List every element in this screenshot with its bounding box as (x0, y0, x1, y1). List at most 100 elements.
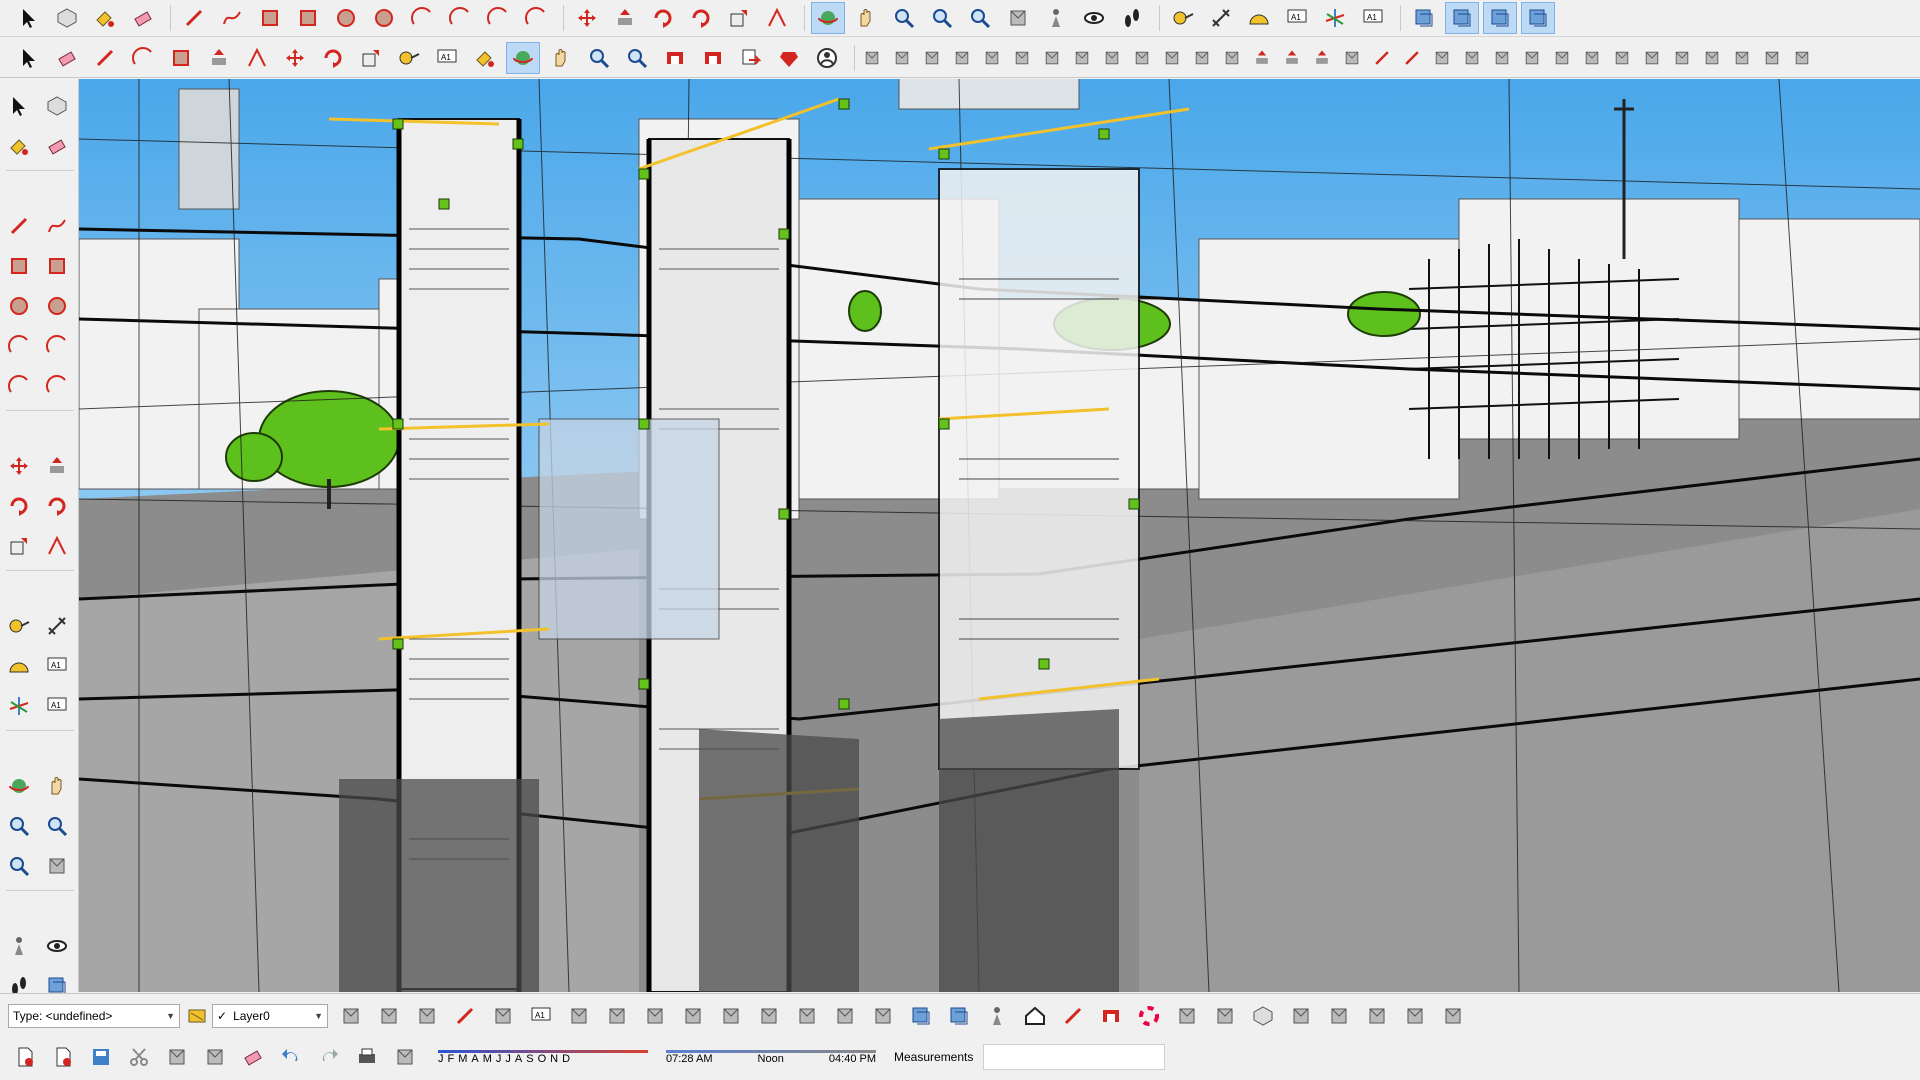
rectangle-icon[interactable] (2, 249, 36, 283)
styles-icon[interactable] (1322, 1000, 1356, 1032)
fillet-icon[interactable] (1131, 47, 1153, 69)
text-icon[interactable]: A1 (430, 42, 464, 74)
component-icon[interactable] (50, 2, 84, 34)
section-cut-icon[interactable] (942, 1000, 976, 1032)
rectangle-icon[interactable] (253, 2, 287, 34)
line-icon[interactable] (177, 2, 211, 34)
display-section-planes-icon[interactable] (1445, 2, 1479, 34)
shadow-date-slider[interactable]: JFMAMJJASOND (438, 1049, 648, 1065)
house-outline-icon[interactable] (1056, 1000, 1090, 1032)
drape-icon[interactable] (981, 47, 1003, 69)
chamfer-icon[interactable] (1101, 47, 1123, 69)
move-icon[interactable] (570, 2, 604, 34)
pie-icon[interactable] (40, 369, 74, 403)
arc-icon[interactable] (126, 42, 160, 74)
shell-icon[interactable] (1641, 47, 1663, 69)
scale-icon[interactable] (354, 42, 388, 74)
model-viewport[interactable] (79, 79, 1920, 992)
3d-warehouse-icon[interactable] (658, 42, 692, 74)
section-display-icon[interactable] (904, 1000, 938, 1032)
layer-color-icon[interactable] (186, 1000, 210, 1032)
ruby-icon[interactable] (772, 42, 806, 74)
warehouse-icon[interactable] (1094, 1000, 1128, 1032)
zoom-window-icon[interactable] (925, 2, 959, 34)
paint-bucket-icon[interactable] (88, 2, 122, 34)
shadow-time-slider[interactable]: 07:28 AM Noon 04:40 PM (666, 1049, 876, 1065)
zoom-extents-icon[interactable] (620, 42, 654, 74)
polyline-icon[interactable] (1371, 47, 1393, 69)
tape-measure-icon[interactable] (392, 42, 426, 74)
component-manager-icon[interactable] (1246, 1000, 1280, 1032)
pan-icon[interactable] (849, 2, 883, 34)
move-icon[interactable] (2, 449, 36, 483)
flip-icon[interactable] (1170, 1000, 1204, 1032)
profile-icon[interactable] (1521, 47, 1543, 69)
solid-split-icon[interactable] (1761, 47, 1783, 69)
type-dropdown[interactable]: Type: <undefined> ▼ (8, 1004, 180, 1028)
rotate-icon[interactable] (316, 42, 350, 74)
arc-icon[interactable] (405, 2, 439, 34)
eraser-icon[interactable] (40, 129, 74, 163)
follow-me-icon[interactable] (40, 489, 74, 523)
arc-icon[interactable] (2, 329, 36, 363)
previous-view-icon[interactable] (1001, 2, 1035, 34)
open-file-icon[interactable] (46, 1041, 80, 1073)
copy-icon[interactable] (160, 1041, 194, 1073)
wireframe-icon[interactable] (410, 1000, 444, 1032)
xray-icon[interactable] (334, 1000, 368, 1032)
print-icon[interactable] (350, 1041, 384, 1073)
sandbox-icon[interactable] (1398, 1000, 1432, 1032)
axes-icon[interactable] (1318, 2, 1352, 34)
send-to-layout-icon[interactable] (734, 42, 768, 74)
left-view-icon[interactable] (866, 1000, 900, 1032)
catenary-icon[interactable] (1431, 47, 1453, 69)
spiral-icon[interactable] (1491, 47, 1513, 69)
normal-push-pull-icon[interactable] (1311, 47, 1333, 69)
push-pull-icon[interactable] (40, 449, 74, 483)
zoom-extents-icon[interactable] (2, 849, 36, 883)
line-icon[interactable] (2, 209, 36, 243)
text-icon[interactable]: A1 (1280, 2, 1314, 34)
lathe-icon[interactable] (1551, 47, 1573, 69)
protractor-icon[interactable] (1242, 2, 1276, 34)
shaded-with-textures-icon[interactable]: A1 (524, 1000, 558, 1032)
select-icon[interactable] (12, 42, 46, 74)
scale-icon[interactable] (722, 2, 756, 34)
polygon-icon[interactable] (40, 289, 74, 323)
zoom-extents-icon[interactable] (963, 2, 997, 34)
display-section-cuts-icon[interactable] (1483, 2, 1517, 34)
sandbox-from-contours-icon[interactable] (861, 47, 883, 69)
push-pull-icon[interactable] (202, 42, 236, 74)
eraser-icon[interactable] (126, 2, 160, 34)
display-section-fill-icon[interactable] (1521, 2, 1555, 34)
orbit-icon[interactable] (2, 769, 36, 803)
paste-icon[interactable] (198, 1041, 232, 1073)
protractor-icon[interactable] (2, 649, 36, 683)
pie-icon[interactable] (519, 2, 553, 34)
layer-manager-icon[interactable] (1208, 1000, 1242, 1032)
two-point-arc-icon[interactable] (443, 2, 477, 34)
model-info-icon[interactable] (388, 1041, 422, 1073)
scenes-icon[interactable] (1360, 1000, 1394, 1032)
3d-text-icon[interactable]: A1 (40, 689, 74, 723)
paint-bucket-icon[interactable] (468, 42, 502, 74)
axes-icon[interactable] (2, 689, 36, 723)
fog-icon[interactable] (638, 1000, 672, 1032)
offset-icon[interactable] (240, 42, 274, 74)
follow-me-icon[interactable] (684, 2, 718, 34)
solid-trim-icon[interactable] (1731, 47, 1753, 69)
push-pull-icon[interactable] (608, 2, 642, 34)
extension-warehouse-icon[interactable] (696, 42, 730, 74)
text-icon[interactable]: A1 (40, 649, 74, 683)
move-icon[interactable] (278, 42, 312, 74)
camera-icon[interactable] (980, 1000, 1014, 1032)
orbit-icon[interactable] (811, 2, 845, 34)
save-icon[interactable] (84, 1041, 118, 1073)
tape-measure-icon[interactable] (1166, 2, 1200, 34)
extrude-icon[interactable] (1161, 47, 1183, 69)
previous-view-icon[interactable] (40, 849, 74, 883)
sweep-icon[interactable] (1581, 47, 1603, 69)
section-plane-icon[interactable] (1407, 2, 1441, 34)
two-point-arc-icon[interactable] (40, 329, 74, 363)
color-wheel-icon[interactable] (1132, 1000, 1166, 1032)
